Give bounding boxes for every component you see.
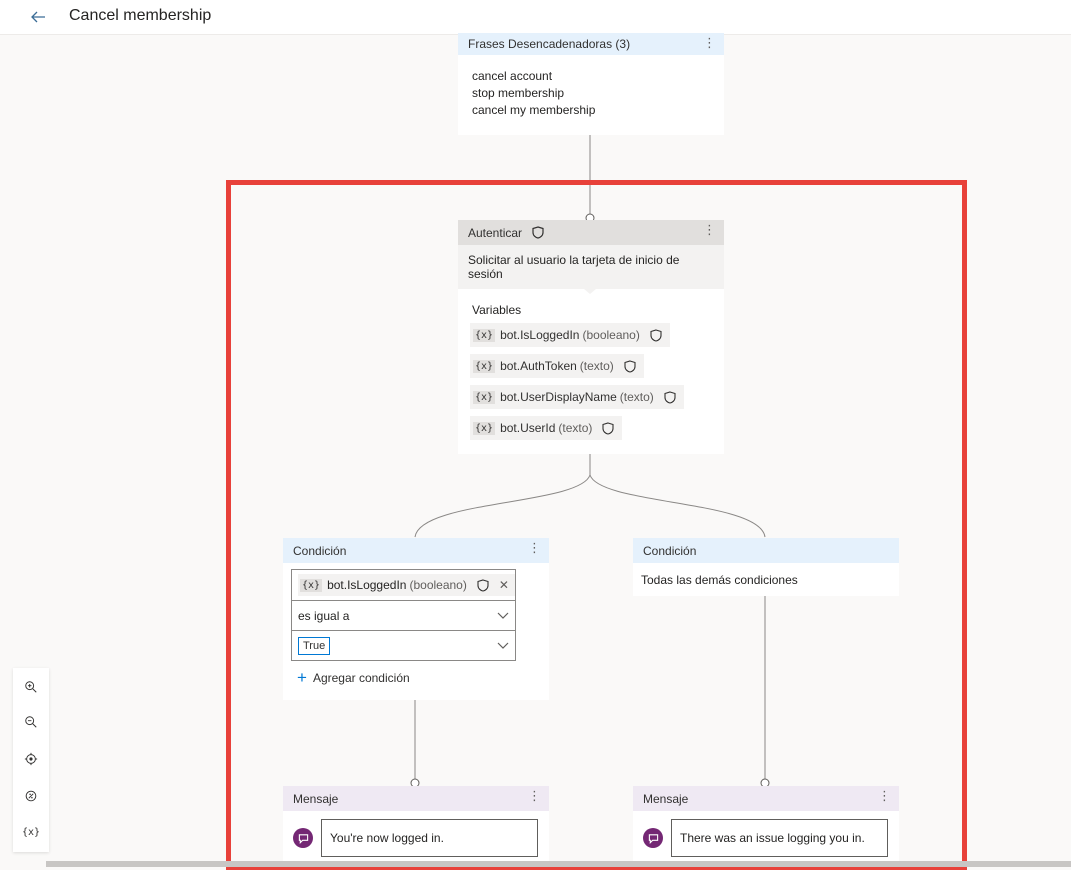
chat-bubble-icon [293, 828, 313, 848]
more-options-icon[interactable]: ⋮ [703, 35, 716, 51]
condition-variable-row[interactable]: {x} bot.IsLoggedIn (booleano) ✕ [292, 570, 515, 600]
shield-icon [650, 328, 662, 342]
variables-heading: Variables [472, 303, 522, 317]
reset-zoom-icon[interactable] [22, 787, 40, 805]
variables-icon[interactable]: {x} [22, 823, 40, 841]
shield-icon [532, 226, 544, 239]
shield-icon [477, 578, 489, 592]
shield-icon [602, 421, 614, 435]
message-body: You're now logged in. [283, 811, 549, 857]
variable-type: (texto) [579, 359, 614, 373]
message-body: There was an issue logging you in. [633, 811, 899, 857]
message-node-left[interactable]: Mensaje ⋮ You're now logged in. [283, 786, 549, 867]
condition-operator-value: es igual a [298, 608, 350, 623]
condition-value-chip: True [298, 636, 331, 655]
zoom-in-icon[interactable] [22, 678, 40, 696]
variable-chip[interactable]: {x} bot.UserId (texto) [470, 416, 623, 440]
condition-value-select[interactable]: True [292, 630, 515, 660]
variable-icon: {x} [473, 421, 496, 435]
message-node-header: Mensaje ⋮ [283, 786, 549, 811]
authenticate-node[interactable]: Autenticar ⋮ Solicitar al usuario la tar… [458, 220, 724, 454]
horizontal-scrollbar[interactable] [46, 861, 1071, 867]
remove-variable-icon[interactable]: ✕ [499, 578, 509, 592]
condition-variable-type: (booleano) [409, 578, 467, 592]
variable-name: bot.UserId [500, 421, 556, 435]
shield-icon [624, 359, 636, 373]
variable-chip[interactable]: {x} bot.IsLoggedIn (booleano) [470, 323, 670, 347]
prompt-caret [584, 289, 596, 294]
variable-chip[interactable]: {x} bot.AuthToken (texto) [470, 354, 644, 378]
condition-node-title: Condición [293, 543, 347, 558]
add-condition-button[interactable]: + Agregar condición [297, 668, 549, 687]
trigger-phrases-node[interactable]: Frases Desencadenadoras (3) ⋮ cancel acc… [458, 33, 724, 135]
variable-type: (booleano) [582, 328, 640, 342]
condition-node-header: Condición [633, 538, 899, 563]
chevron-down-icon [497, 639, 509, 651]
condition-editor: {x} bot.IsLoggedIn (booleano) ✕ es igual… [291, 569, 516, 661]
message-node-right[interactable]: Mensaje ⋮ There was an issue logging you… [633, 786, 899, 867]
authenticate-node-title: Autenticar [468, 225, 523, 240]
zoom-control-panel: {x} [13, 668, 49, 852]
variable-name: bot.AuthToken [500, 359, 577, 373]
message-node-title: Mensaje [293, 791, 339, 806]
condition-node-right[interactable]: Condición Todas las demás condiciones [633, 538, 899, 596]
variable-chip[interactable]: {x} bot.UserDisplayName (texto) [470, 385, 684, 409]
condition-variable-chip[interactable]: {x} bot.IsLoggedIn (booleano) ✕ [298, 574, 515, 596]
more-options-icon[interactable]: ⋮ [878, 788, 891, 804]
chevron-down-icon [497, 609, 509, 621]
condition-node-left[interactable]: Condición ⋮ {x} bot.IsLoggedIn (booleano… [283, 538, 549, 700]
variable-icon: {x} [300, 578, 323, 592]
trigger-phrase: stop membership [472, 86, 565, 100]
condition-variable-name: bot.IsLoggedIn [327, 578, 407, 592]
condition-operator-select[interactable]: es igual a [292, 600, 515, 630]
variable-icon: {x} [473, 359, 496, 373]
variable-icon: {x} [473, 390, 496, 404]
more-options-icon[interactable]: ⋮ [703, 222, 716, 238]
condition-node-header: Condición ⋮ [283, 538, 549, 563]
add-condition-label: Agregar condición [312, 671, 410, 685]
message-text-field[interactable]: You're now logged in. [321, 819, 538, 857]
variable-list: {x} bot.IsLoggedIn (booleano) {x} bot.Au… [458, 323, 724, 447]
variable-type: (texto) [558, 421, 593, 435]
authenticate-prompt: Solicitar al usuario la tarjeta de inici… [458, 245, 724, 294]
more-options-icon[interactable]: ⋮ [528, 788, 541, 804]
recenter-icon[interactable] [22, 750, 40, 768]
authenticate-prompt-text: Solicitar al usuario la tarjeta de inici… [468, 253, 680, 281]
trigger-phrase-list: cancel account stop membership cancel my… [458, 55, 724, 129]
more-options-icon[interactable]: ⋮ [528, 540, 541, 556]
plus-icon: + [297, 668, 307, 687]
variable-icon: {x} [473, 328, 496, 342]
variable-name: bot.UserDisplayName [500, 390, 617, 404]
variable-name: bot.IsLoggedIn [500, 328, 580, 342]
variable-type: (texto) [619, 390, 654, 404]
chat-bubble-icon [643, 828, 663, 848]
message-node-header: Mensaje ⋮ [633, 786, 899, 811]
trigger-node-header: Frases Desencadenadoras (3) ⋮ [458, 33, 724, 55]
zoom-out-icon[interactable] [22, 713, 40, 731]
trigger-node-title: Frases Desencadenadoras (3) [468, 37, 631, 51]
authenticate-node-header: Autenticar ⋮ [458, 220, 724, 245]
trigger-phrase: cancel account [472, 69, 553, 83]
trigger-phrase: cancel my membership [472, 103, 596, 117]
condition-node-title: Condición [643, 543, 697, 558]
condition-else-text: Todas las demás condiciones [641, 573, 798, 587]
message-text-field[interactable]: There was an issue logging you in. [671, 819, 888, 857]
message-node-title: Mensaje [643, 791, 689, 806]
shield-icon [664, 390, 676, 404]
